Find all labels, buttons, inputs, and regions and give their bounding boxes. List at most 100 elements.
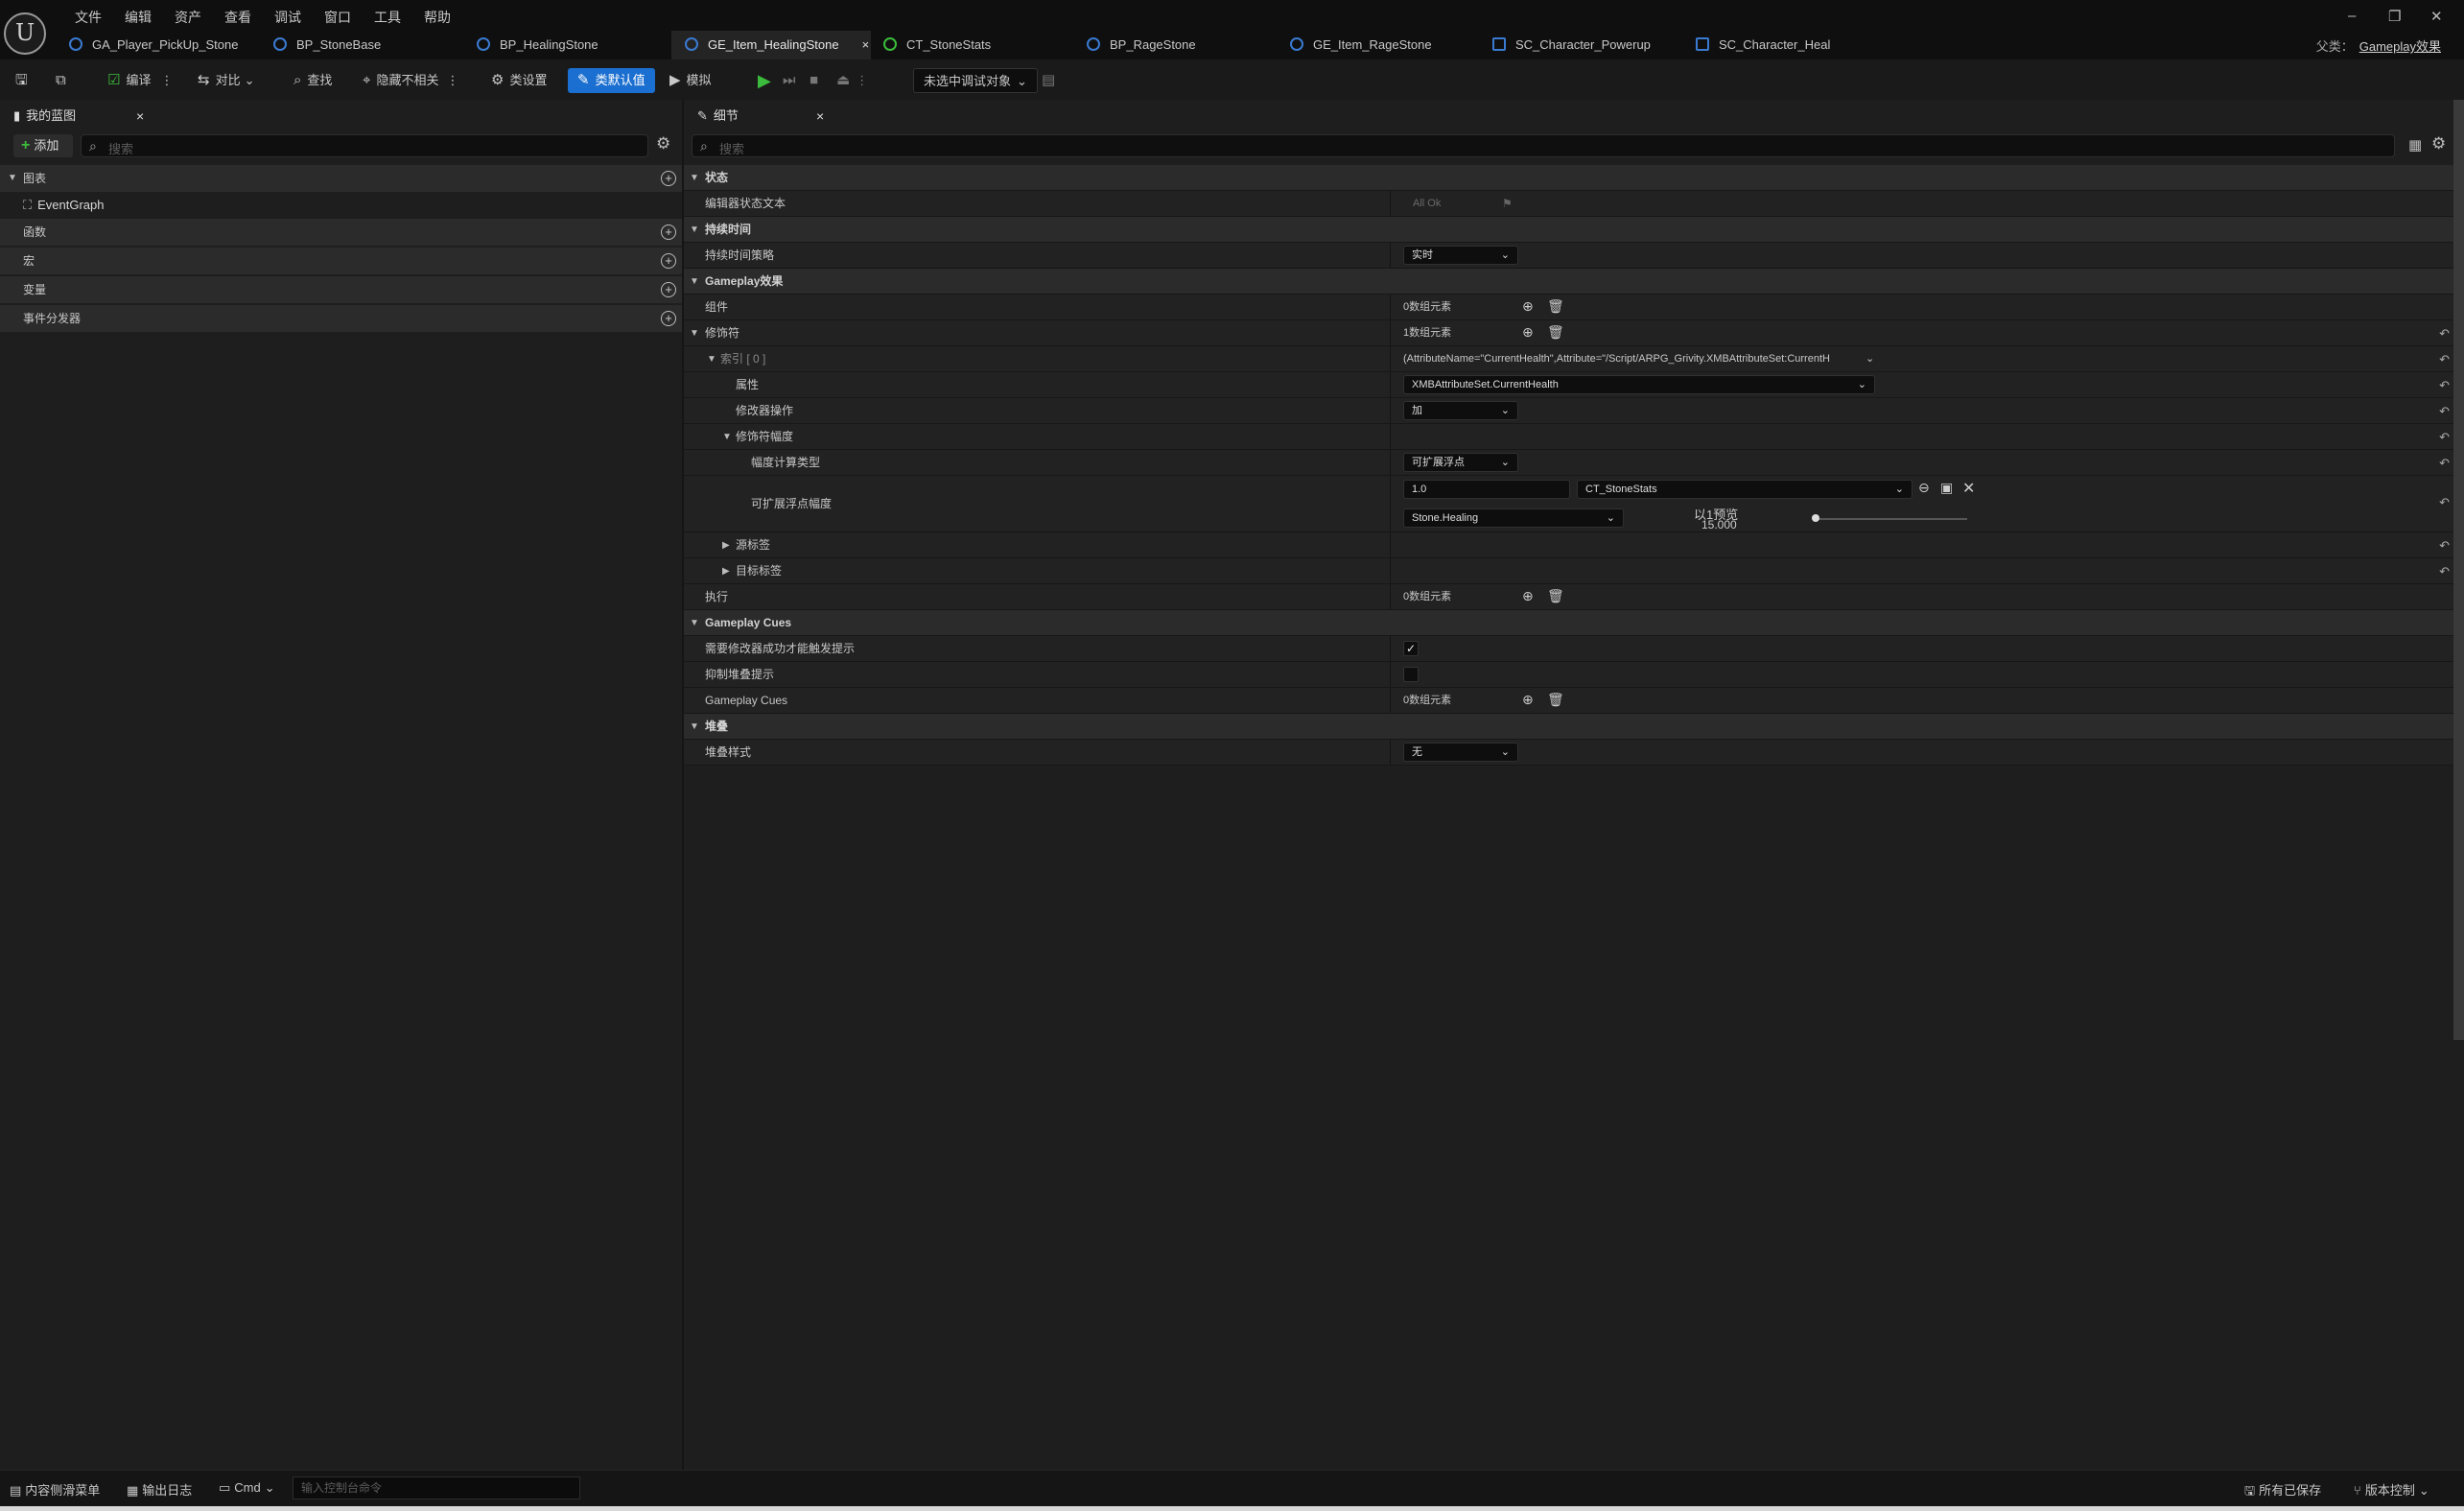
debug-target-dropdown[interactable]: 未选中调试对象 ⌄: [913, 68, 1038, 93]
save-icon[interactable]: 🖫: [15, 68, 34, 93]
category-gameplay-effect[interactable]: ▼ Gameplay效果: [684, 269, 2453, 295]
menu-file[interactable]: 文件: [63, 8, 113, 27]
output-log-button[interactable]: ▦ 输出日志: [127, 1480, 192, 1499]
tab-bp-stonebase[interactable]: BP_StoneBase: [273, 31, 381, 59]
add-button[interactable]: + 添加: [13, 134, 73, 157]
menu-debug[interactable]: 调试: [263, 8, 313, 27]
tab-ct-stonestats[interactable]: CT_StoneStats: [883, 31, 991, 59]
caret-right-icon[interactable]: ▶: [722, 566, 730, 577]
duration-policy-dropdown[interactable]: 实时 ⌄: [1403, 246, 1518, 265]
parent-class-link[interactable]: Gameplay效果: [2359, 39, 2441, 54]
close-panel-icon[interactable]: ×: [136, 104, 144, 129]
section-event-dispatchers[interactable]: 事件分发器 +: [0, 305, 682, 332]
add-function-icon[interactable]: +: [661, 224, 676, 240]
reset-arrow-icon[interactable]: ↶: [2439, 352, 2450, 367]
class-settings-button[interactable]: ⚙ 类设置: [491, 68, 547, 93]
reset-arrow-icon[interactable]: ↶: [2439, 430, 2450, 445]
section-functions[interactable]: 函数 +: [0, 219, 682, 246]
category-stacking[interactable]: ▼ 堆叠: [684, 714, 2453, 740]
section-graphs[interactable]: ▼ 图表 +: [0, 165, 682, 192]
attribute-dropdown[interactable]: XMBAttributeSet.CurrentHealth ⌄: [1403, 375, 1875, 394]
caret-down-icon[interactable]: ▼: [690, 328, 699, 339]
magnitude-calc-dropdown[interactable]: 可扩展浮点 ⌄: [1403, 453, 1518, 472]
table-view-icon[interactable]: ▦: [2408, 136, 2422, 153]
add-element-icon[interactable]: ⊕: [1522, 298, 1534, 315]
reset-arrow-icon[interactable]: ↶: [2439, 538, 2450, 554]
section-variables[interactable]: 变量 +: [0, 276, 682, 303]
add-variable-icon[interactable]: +: [661, 282, 676, 297]
close-details-icon[interactable]: ×: [816, 104, 824, 129]
eject-button[interactable]: ⏏ ⋮: [836, 68, 868, 93]
tab-bp-ragestone[interactable]: BP_RageStone: [1087, 31, 1196, 59]
require-success-checkbox[interactable]: ✓: [1403, 641, 1419, 656]
settings-gear-icon[interactable]: ⚙: [656, 134, 670, 153]
console-command-input[interactable]: 输入控制台命令: [293, 1476, 580, 1499]
add-element-icon[interactable]: ⊕: [1522, 692, 1534, 708]
all-saved-button[interactable]: 🖫 所有已保存: [2244, 1480, 2321, 1503]
details-tab[interactable]: ✎ 细节 ×: [684, 104, 828, 129]
modifier-op-dropdown[interactable]: 加 ⌄: [1403, 401, 1518, 420]
trash-icon[interactable]: 🗑: [1547, 298, 1564, 315]
reset-arrow-icon[interactable]: ↶: [2439, 456, 2450, 471]
my-blueprint-tab[interactable]: ▮ 我的蓝图 ×: [0, 104, 153, 129]
reset-arrow-icon[interactable]: ↶: [2439, 404, 2450, 419]
category-gameplay-cues[interactable]: ▼ Gameplay Cues: [684, 610, 2453, 636]
details-settings-icon[interactable]: ⚙: [2431, 134, 2446, 153]
diff-button[interactable]: ⇆ 对比 ⌄: [198, 68, 255, 93]
find-button[interactable]: ⌕ 查找: [293, 68, 332, 93]
unreal-logo-icon[interactable]: U: [4, 12, 46, 55]
tab-bp-healingstone[interactable]: BP_HealingStone: [477, 31, 598, 59]
tab-sc-character-powerup[interactable]: SC_Character_Powerup: [1492, 31, 1651, 59]
caret-down-icon[interactable]: ▼: [707, 354, 716, 365]
clear-icon[interactable]: ✕: [1962, 479, 1975, 498]
tab-ge-item-ragestone[interactable]: GE_Item_RageStone: [1290, 31, 1432, 59]
add-graph-icon[interactable]: +: [661, 171, 676, 186]
curve-table-dropdown[interactable]: CT_StoneStats ⌄: [1577, 480, 1913, 499]
stop-button[interactable]: ■: [810, 68, 824, 93]
details-scrollbar[interactable]: [2453, 100, 2464, 1040]
preview-slider-track[interactable]: [1814, 518, 1967, 520]
reset-arrow-icon[interactable]: ↶: [2439, 378, 2450, 393]
add-macro-icon[interactable]: +: [661, 253, 676, 269]
menu-view[interactable]: 查看: [213, 8, 263, 27]
preview-slider-handle[interactable]: [1812, 514, 1819, 522]
menu-window[interactable]: 窗口: [313, 8, 363, 27]
open-asset-icon[interactable]: ▣: [1940, 480, 1953, 496]
suppress-stacking-checkbox[interactable]: [1403, 667, 1419, 682]
hide-unrelated-button[interactable]: ⌖ 隐藏不相关 ⋮: [363, 68, 458, 93]
menu-tools[interactable]: 工具: [363, 8, 412, 27]
reset-arrow-icon[interactable]: ↶: [2439, 326, 2450, 342]
browse-asset-icon[interactable]: ⊖: [1918, 480, 1930, 496]
trash-icon[interactable]: 🗑: [1547, 324, 1564, 341]
blueprint-search-input[interactable]: ⌕ 搜索: [81, 134, 648, 157]
cmd-dropdown[interactable]: ▭ Cmd ⌄: [219, 1480, 275, 1496]
simulate-button[interactable]: ▶ 模拟: [669, 68, 712, 93]
menu-asset[interactable]: 资产: [163, 8, 213, 27]
caret-right-icon[interactable]: ▶: [722, 540, 730, 551]
section-macros[interactable]: 宏 +: [0, 248, 682, 274]
details-search-input[interactable]: ⌕ 搜索: [692, 134, 2395, 157]
close-tab-icon[interactable]: ×: [862, 37, 870, 52]
trash-icon[interactable]: 🗑: [1547, 692, 1564, 708]
compile-button[interactable]: ☑ 编译 ⋮: [107, 68, 173, 93]
category-duration[interactable]: ▼ 持续时间: [684, 217, 2453, 243]
reset-arrow-icon[interactable]: ↶: [2439, 495, 2450, 510]
stacking-type-dropdown[interactable]: 无 ⌄: [1403, 743, 1518, 762]
reset-arrow-icon[interactable]: ↶: [2439, 564, 2450, 579]
class-defaults-button[interactable]: ✎ 类默认值: [568, 68, 655, 93]
menu-edit[interactable]: 编辑: [113, 8, 163, 27]
add-element-icon[interactable]: ⊕: [1522, 588, 1534, 604]
step-button[interactable]: ⏭: [783, 68, 802, 93]
restore-icon[interactable]: ❐: [2388, 8, 2401, 25]
add-dispatcher-icon[interactable]: +: [661, 311, 676, 326]
minimize-icon[interactable]: –: [2348, 8, 2356, 24]
category-status[interactable]: ▼ 状态: [684, 165, 2453, 191]
caret-down-icon[interactable]: ▼: [722, 432, 732, 442]
browse-icon[interactable]: ⧉: [56, 68, 72, 93]
content-drawer-button[interactable]: ▤ 内容侧滑菜单: [10, 1480, 100, 1499]
tab-sc-character-heal[interactable]: SC_Character_Heal: [1696, 31, 1830, 59]
chevron-down-icon[interactable]: ⌄: [1866, 352, 1874, 365]
tab-ga-player-pickup-stone[interactable]: GA_Player_PickUp_Stone: [69, 31, 238, 59]
curve-row-dropdown[interactable]: Stone.Healing ⌄: [1403, 508, 1624, 528]
add-element-icon[interactable]: ⊕: [1522, 324, 1534, 341]
